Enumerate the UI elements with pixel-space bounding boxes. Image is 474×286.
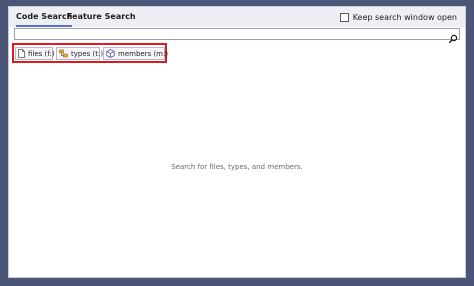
- keep-open-label: Keep search window open: [352, 12, 457, 22]
- cube-icon: [106, 49, 115, 58]
- search-input[interactable]: [15, 29, 445, 39]
- filter-types-button[interactable]: types (t:): [56, 47, 104, 60]
- tab-feature-search[interactable]: Feature Search: [67, 11, 136, 25]
- file-icon: [18, 49, 25, 58]
- keep-open-checkbox[interactable]: [339, 12, 349, 22]
- tab-bar: Code Search Feature Search Keep search w…: [9, 7, 465, 27]
- filter-files-label: files (f:): [28, 49, 55, 58]
- keep-open-toggle[interactable]: Keep search window open: [339, 11, 457, 23]
- types-icon: [59, 49, 68, 58]
- tab-code-search[interactable]: Code Search: [16, 11, 73, 27]
- filter-members-button[interactable]: members (m:): [103, 47, 169, 60]
- code-search-window: Code Search Feature Search Keep search w…: [8, 6, 466, 278]
- empty-state-hint: Search for files, types, and members.: [171, 163, 303, 171]
- filter-types-label: types (t:): [71, 49, 104, 58]
- search-box: [14, 28, 460, 44]
- search-icon[interactable]: [448, 29, 458, 44]
- filter-members-label: members (m:): [118, 49, 169, 58]
- filter-files-button[interactable]: files (f:): [15, 47, 55, 60]
